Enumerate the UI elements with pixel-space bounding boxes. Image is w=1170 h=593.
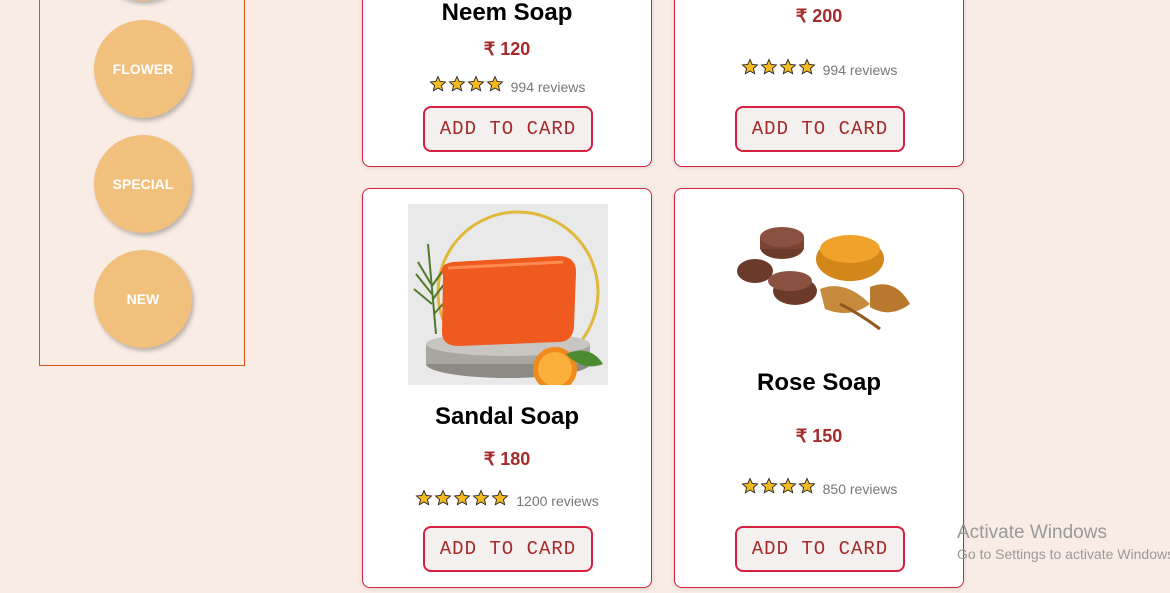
star-icon <box>434 489 452 506</box>
category-special[interactable]: SPECIAL <box>94 135 192 233</box>
review-count: 1200 reviews <box>516 492 599 509</box>
product-price: ₹ 120 <box>483 39 531 59</box>
star-rating-icons <box>429 75 505 98</box>
star-icon <box>448 75 466 92</box>
rose-soap-image <box>720 209 920 334</box>
product-name: Rose Soap <box>756 369 882 396</box>
product-rating: 850 reviews <box>675 477 963 500</box>
category-top[interactable] <box>94 0 192 1</box>
product-card-200: ₹ 200 994 reviews ADD TO CARD <box>674 0 964 167</box>
star-icon <box>491 489 509 506</box>
product-rating: 994 reviews <box>675 58 963 81</box>
category-sidebar: FLOWER SPECIAL NEW <box>39 0 245 366</box>
activate-windows-watermark: Activate Windows Go to Settings to activ… <box>957 522 1170 562</box>
product-card-rose: Rose Soap ₹ 150 850 reviews ADD TO CARD <box>674 188 964 588</box>
star-icon <box>741 58 759 75</box>
add-to-card-button[interactable]: ADD TO CARD <box>735 106 905 152</box>
product-price: ₹ 180 <box>483 449 531 469</box>
category-flower[interactable]: FLOWER <box>94 20 192 118</box>
star-icon <box>741 477 759 494</box>
add-to-card-button[interactable]: ADD TO CARD <box>735 526 905 572</box>
star-icon <box>779 58 797 75</box>
star-rating-icons <box>415 489 510 512</box>
category-new[interactable]: NEW <box>94 250 192 348</box>
star-icon <box>467 75 485 92</box>
star-icon <box>779 477 797 494</box>
product-name: Neem Soap <box>441 0 573 26</box>
product-card-sandal: Sandal Soap ₹ 180 1200 reviews ADD TO CA… <box>362 188 652 588</box>
watermark-title: Activate Windows <box>957 522 1107 543</box>
add-to-card-button[interactable]: ADD TO CARD <box>423 106 593 152</box>
star-rating-icons <box>741 58 817 81</box>
star-icon <box>798 477 816 494</box>
star-icon <box>472 489 490 506</box>
star-icon <box>453 489 471 506</box>
product-name: Sandal Soap <box>434 403 580 430</box>
review-count: 994 reviews <box>510 78 586 95</box>
star-rating-icons <box>741 477 817 500</box>
sandal-soap-image <box>408 204 608 391</box>
review-count: 994 reviews <box>822 61 898 78</box>
star-icon <box>798 58 816 75</box>
product-price: ₹ 150 <box>795 426 843 446</box>
star-icon <box>486 75 504 92</box>
add-to-card-button[interactable]: ADD TO CARD <box>423 526 593 572</box>
product-card-neem: Neem Soap ₹ 120 994 reviews ADD TO CARD <box>362 0 652 167</box>
product-rating: 1200 reviews <box>363 489 651 512</box>
star-icon <box>429 75 447 92</box>
star-icon <box>415 489 433 506</box>
product-rating: 994 reviews <box>363 75 651 98</box>
star-icon <box>760 477 778 494</box>
star-icon <box>760 58 778 75</box>
product-price: ₹ 200 <box>795 6 843 26</box>
review-count: 850 reviews <box>822 480 898 497</box>
watermark-subtitle: Go to Settings to activate Windows. <box>957 546 1170 562</box>
